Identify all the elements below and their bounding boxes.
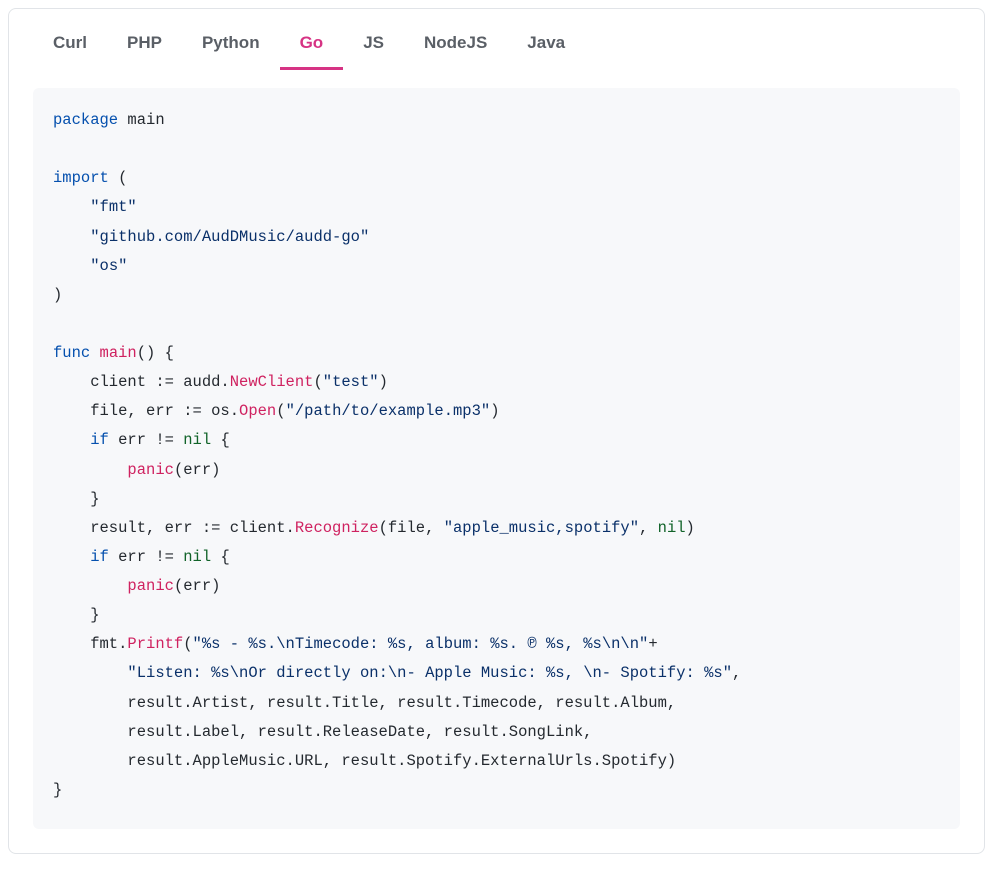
code-token-plain: err != (109, 548, 183, 566)
code-token-plain (53, 577, 127, 595)
code-token-plain: err != (109, 431, 183, 449)
code-token-str: "/path/to/example.mp3" (286, 402, 491, 420)
code-token-str: "test" (323, 373, 379, 391)
code-token-plain: } (53, 490, 100, 508)
code-token-fn: panic (127, 461, 174, 479)
tab-go[interactable]: Go (280, 23, 344, 70)
code-token-plain: result.AppleMusic.URL, result.Spotify.Ex… (53, 752, 676, 770)
code-token-plain: client := audd. (53, 373, 230, 391)
tab-js[interactable]: JS (343, 23, 404, 70)
code-token-fn: NewClient (230, 373, 314, 391)
code-token-plain: ) (53, 286, 62, 304)
code-token-str: "apple_music,spotify" (444, 519, 639, 537)
tab-php[interactable]: PHP (107, 23, 182, 70)
code-token-kw: import (53, 169, 109, 187)
code-token-plain: ( (313, 373, 322, 391)
language-tabs: CurlPHPPythonGoJSNodeJSJava (33, 23, 960, 70)
code-token-plain (90, 344, 99, 362)
code-token-builtin: nil (658, 519, 686, 537)
code-token-plain: , (639, 519, 658, 537)
tab-curl[interactable]: Curl (33, 23, 107, 70)
code-token-kw: package (53, 111, 118, 129)
code-token-str: "Listen: %s\nOr directly on:\n- Apple Mu… (127, 664, 732, 682)
code-token-plain: { (211, 548, 230, 566)
code-token-kw: func (53, 344, 90, 362)
code-token-str: "fmt" (90, 198, 137, 216)
code-token-fn: Open (239, 402, 276, 420)
tab-python[interactable]: Python (182, 23, 280, 70)
tab-java[interactable]: Java (507, 23, 585, 70)
code-example-card: CurlPHPPythonGoJSNodeJSJava package main… (8, 8, 985, 854)
code-token-plain: } (53, 606, 100, 624)
code-token-plain: + (648, 635, 657, 653)
code-token-plain (53, 257, 90, 275)
code-token-str: "github.com/AudDMusic/audd-go" (90, 228, 369, 246)
code-token-plain: } (53, 781, 62, 799)
code-token-plain (53, 431, 90, 449)
code-token-plain: (err) (174, 461, 221, 479)
code-token-str: "%s - %s.\nTimecode: %s, album: %s. ℗ %s… (193, 635, 649, 653)
code-token-plain: fmt. (53, 635, 127, 653)
code-token-plain: ( (109, 169, 128, 187)
code-token-builtin: nil (183, 548, 211, 566)
code-token-plain: () { (137, 344, 174, 362)
code-token-plain: ( (276, 402, 285, 420)
code-token-plain: { (211, 431, 230, 449)
code-token-plain (53, 228, 90, 246)
code-token-fn: Recognize (295, 519, 379, 537)
code-token-plain: result.Artist, result.Title, result.Time… (53, 694, 676, 712)
code-token-plain (53, 664, 127, 682)
code-token-fn: Printf (127, 635, 183, 653)
code-token-builtin: nil (183, 431, 211, 449)
code-token-plain: result.Label, result.ReleaseDate, result… (53, 723, 593, 741)
code-token-plain (53, 548, 90, 566)
tab-nodejs[interactable]: NodeJS (404, 23, 507, 70)
code-token-plain: ( (183, 635, 192, 653)
code-token-fn: main (100, 344, 137, 362)
code-token-plain: main (118, 111, 165, 129)
code-token-plain: ) (490, 402, 499, 420)
code-token-plain: file, err := os. (53, 402, 239, 420)
code-token-plain: ) (686, 519, 695, 537)
code-token-plain: result, err := client. (53, 519, 295, 537)
code-token-plain: , (732, 664, 741, 682)
code-token-plain (53, 198, 90, 216)
code-block: package main import ( "fmt" "github.com/… (33, 88, 960, 829)
code-token-kw: if (90, 548, 109, 566)
code-token-kw: if (90, 431, 109, 449)
code-token-plain: (file, (379, 519, 444, 537)
code-token-str: "os" (90, 257, 127, 275)
code-token-plain: (err) (174, 577, 221, 595)
code-token-plain (53, 461, 127, 479)
code-token-plain: ) (379, 373, 388, 391)
code-token-fn: panic (127, 577, 174, 595)
